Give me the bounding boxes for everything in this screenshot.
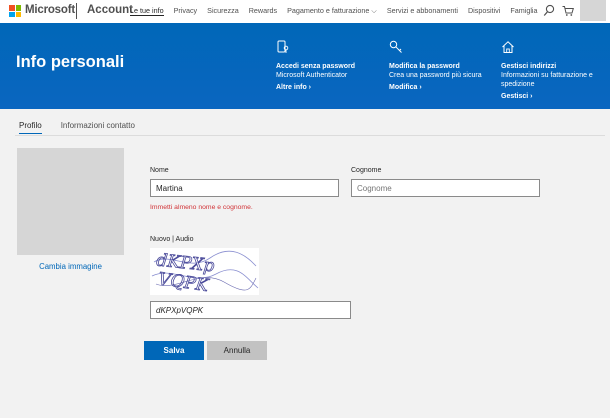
hero-passwordless-text: Microsoft Authenticator [276, 72, 348, 79]
logo-square-green [15, 5, 21, 11]
hero-addresses-title: Gestisci indirizzi [501, 63, 557, 70]
tab-contact-info[interactable]: Informazioni contatto [61, 121, 135, 134]
hero-passwordless-link[interactable]: Altre info › [276, 83, 376, 92]
nav-link-payment[interactable]: Pagamento e fatturazione ⌵ [287, 6, 377, 16]
change-image-link[interactable]: Cambia immagine [17, 262, 124, 271]
captcha-image: dKPXp VQPK [150, 248, 259, 295]
nav-link-privacy[interactable]: Privacy [174, 6, 198, 16]
nav-link-devices[interactable]: Dispositivi [468, 6, 500, 16]
home-icon [502, 41, 514, 53]
tabs-divider [15, 135, 605, 136]
logo-square-blue [9, 11, 15, 17]
captcha-drawing: dKPXp VQPK [151, 250, 259, 295]
save-button[interactable]: Salva [144, 341, 204, 360]
nav-link-security[interactable]: Sicurezza [207, 6, 239, 16]
captcha-label[interactable]: Nuovo | Audio [150, 236, 193, 243]
nav-links: Le tue info Privacy Sicurezza Rewards Pa… [130, 6, 548, 16]
phone-key-icon [277, 40, 289, 53]
top-nav: Microsoft Account Le tue info Privacy Si… [0, 0, 610, 23]
hero-password-link[interactable]: Modifica › [389, 83, 489, 92]
hero-addresses-link[interactable]: Gestisci › [501, 92, 601, 101]
hero-addresses-text: Informazioni su fatturazione e spedizion… [501, 72, 593, 88]
name-error-message: Immetti almeno nome e cognome. [150, 204, 253, 211]
nav-link-rewards[interactable]: Rewards [249, 6, 277, 16]
cart-icon[interactable] [562, 4, 574, 18]
hero-passwordless: Accedi senza password Microsoft Authenti… [276, 40, 376, 92]
first-name-label: Nome [150, 167, 169, 174]
search-icon[interactable] [543, 4, 555, 18]
brand-name[interactable]: Microsoft [25, 4, 75, 16]
nav-link-family[interactable]: Famiglia [510, 6, 537, 16]
user-avatar[interactable] [580, 0, 606, 21]
logo-square-yellow [15, 11, 21, 17]
hero-passwordless-title: Accedi senza password [276, 63, 355, 70]
nav-divider [76, 3, 77, 19]
key-icon [389, 40, 402, 53]
hero-addresses: Gestisci indirizzi Informazioni su fattu… [501, 40, 601, 101]
hero-password-title: Modifica la password [389, 63, 460, 70]
hero-banner: Info personali Accedi senza password Mic… [0, 23, 610, 109]
last-name-input[interactable] [351, 179, 540, 197]
nav-link-your-info[interactable]: Le tue info [130, 6, 164, 16]
hero-password-text: Crea una password più sicura [389, 72, 482, 79]
page-title: Info personali [16, 53, 125, 71]
account-title[interactable]: Account [87, 4, 133, 16]
hero-password: Modifica la password Crea una password p… [389, 40, 489, 92]
microsoft-logo-icon[interactable] [9, 5, 21, 17]
profile-photo [17, 148, 124, 255]
nav-link-services[interactable]: Servizi e abbonamenti [387, 6, 458, 16]
tab-profile[interactable]: Profilo [19, 121, 42, 134]
profile-tabs: Profilo Informazioni contatto [19, 121, 154, 134]
last-name-label: Cognome [351, 167, 382, 174]
cancel-button[interactable]: Annulla [207, 341, 267, 360]
logo-square-red [9, 5, 15, 11]
first-name-input[interactable] [150, 179, 339, 197]
captcha-input[interactable] [150, 301, 351, 319]
